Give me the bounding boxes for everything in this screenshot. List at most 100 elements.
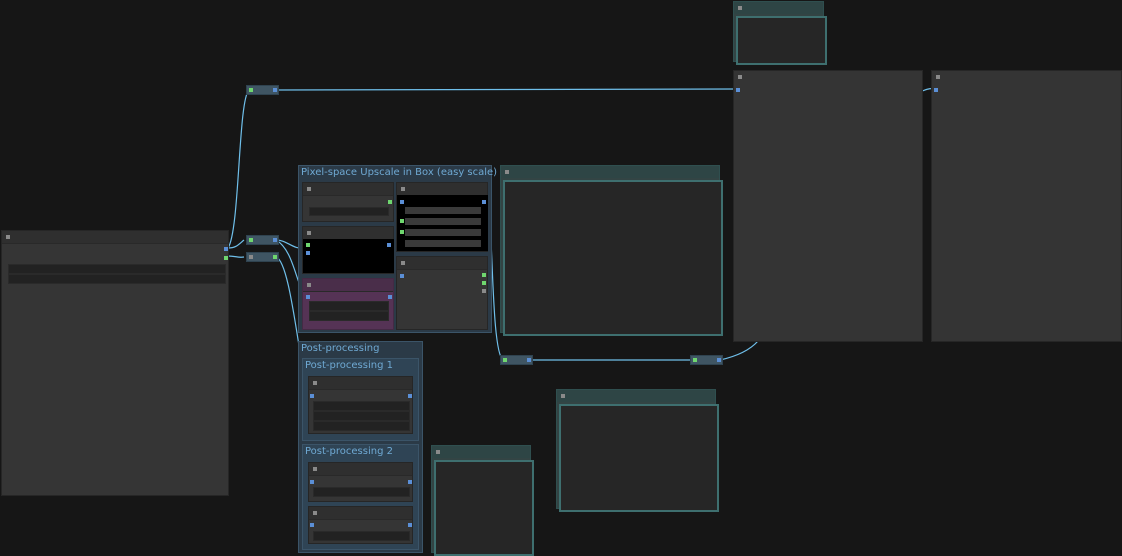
node-widget[interactable] — [313, 411, 410, 421]
preview-image-node[interactable] — [733, 1, 827, 65]
upscale-by-node[interactable] — [302, 278, 394, 330]
output-port[interactable] — [717, 358, 721, 362]
post-processing-node[interactable] — [308, 462, 413, 502]
collapse-toggle[interactable] — [505, 170, 509, 174]
post-processing-node[interactable] — [308, 506, 413, 544]
node-header[interactable] — [303, 279, 393, 292]
collapse-toggle[interactable] — [307, 283, 311, 287]
large-node[interactable] — [931, 70, 1122, 342]
node-header[interactable] — [303, 183, 393, 196]
reroute-node[interactable] — [690, 355, 723, 365]
preview-image-node[interactable] — [500, 165, 723, 336]
node-header[interactable] — [397, 257, 487, 270]
reroute-node[interactable] — [246, 85, 279, 95]
collapse-toggle[interactable] — [6, 235, 10, 239]
input-port[interactable] — [400, 200, 404, 204]
node-header[interactable] — [2, 231, 228, 244]
output-port[interactable] — [388, 295, 392, 299]
collapse-toggle[interactable] — [738, 75, 742, 79]
image-node[interactable] — [302, 226, 394, 274]
collapse-toggle[interactable] — [936, 75, 940, 79]
output-port[interactable] — [482, 200, 486, 204]
output-port[interactable] — [482, 289, 486, 293]
collapse-toggle[interactable] — [313, 467, 317, 471]
input-port[interactable] — [306, 243, 310, 247]
collapse-toggle[interactable] — [561, 394, 565, 398]
input-port[interactable] — [310, 480, 314, 484]
node-widget[interactable] — [309, 207, 389, 216]
node-header[interactable] — [309, 463, 412, 476]
node-header[interactable] — [734, 71, 922, 83]
node-widget[interactable] — [8, 274, 226, 284]
image-preview-area — [434, 460, 534, 556]
input-port[interactable] — [736, 88, 740, 92]
collapse-toggle[interactable] — [401, 261, 405, 265]
input-port[interactable] — [306, 251, 310, 255]
input-port[interactable] — [693, 358, 697, 362]
output-port[interactable] — [388, 200, 392, 204]
input-port[interactable] — [249, 88, 253, 92]
collapse-toggle[interactable] — [313, 511, 317, 515]
node-widget[interactable] — [405, 207, 481, 214]
node-widget[interactable] — [405, 218, 481, 225]
image-scale-node[interactable] — [396, 256, 488, 330]
output-port[interactable] — [527, 358, 531, 362]
output-port[interactable] — [273, 255, 277, 259]
node-widget[interactable] — [8, 264, 226, 274]
input-port[interactable] — [249, 255, 253, 259]
node-widget[interactable] — [313, 421, 410, 431]
output-port[interactable] — [482, 281, 486, 285]
upscale-model-loader-node[interactable] — [302, 182, 394, 222]
input-port[interactable] — [310, 394, 314, 398]
input-port[interactable] — [249, 238, 253, 242]
reroute-node[interactable] — [500, 355, 533, 365]
reroute-node[interactable] — [246, 235, 279, 245]
node-widget[interactable] — [405, 229, 481, 236]
collapse-toggle[interactable] — [401, 187, 405, 191]
node-header[interactable] — [309, 377, 412, 390]
node-widget[interactable] — [309, 311, 389, 321]
collapse-toggle[interactable] — [436, 450, 440, 454]
checkpoint-loader-node[interactable] — [1, 230, 229, 496]
preview-image-node[interactable] — [431, 445, 534, 556]
input-port[interactable] — [400, 219, 404, 223]
input-port[interactable] — [934, 88, 938, 92]
output-port[interactable] — [408, 394, 412, 398]
node-header[interactable] — [501, 166, 719, 178]
node-widget[interactable] — [313, 487, 410, 497]
collapse-toggle[interactable] — [738, 6, 742, 10]
collapse-toggle[interactable] — [313, 381, 317, 385]
node-header[interactable] — [432, 446, 530, 458]
link-wire — [227, 89, 250, 249]
output-port[interactable] — [224, 256, 228, 260]
output-port[interactable] — [482, 273, 486, 277]
image-preview-area — [559, 404, 719, 512]
output-port[interactable] — [224, 247, 228, 251]
node-header[interactable] — [309, 507, 412, 520]
preview-image-node[interactable] — [556, 389, 719, 512]
input-port[interactable] — [400, 274, 404, 278]
post-processing-node[interactable] — [308, 376, 413, 434]
node-header[interactable] — [932, 71, 1121, 83]
input-port[interactable] — [503, 358, 507, 362]
output-port[interactable] — [408, 480, 412, 484]
input-port[interactable] — [400, 230, 404, 234]
input-port[interactable] — [310, 523, 314, 527]
output-port[interactable] — [273, 88, 277, 92]
collapse-toggle[interactable] — [307, 187, 311, 191]
node-header[interactable] — [557, 390, 715, 402]
output-port[interactable] — [273, 238, 277, 242]
output-port[interactable] — [387, 243, 391, 247]
collapse-toggle[interactable] — [307, 231, 311, 235]
upscale-image-node[interactable] — [396, 182, 488, 252]
reroute-node[interactable] — [246, 252, 279, 262]
node-widget[interactable] — [313, 531, 410, 541]
node-widget[interactable] — [313, 401, 410, 411]
node-widget[interactable] — [405, 240, 481, 247]
large-node[interactable] — [733, 70, 923, 342]
link-wire — [275, 88, 737, 91]
input-port[interactable] — [306, 295, 310, 299]
node-widget[interactable] — [309, 301, 389, 311]
output-port[interactable] — [408, 523, 412, 527]
node-header[interactable] — [734, 2, 823, 14]
